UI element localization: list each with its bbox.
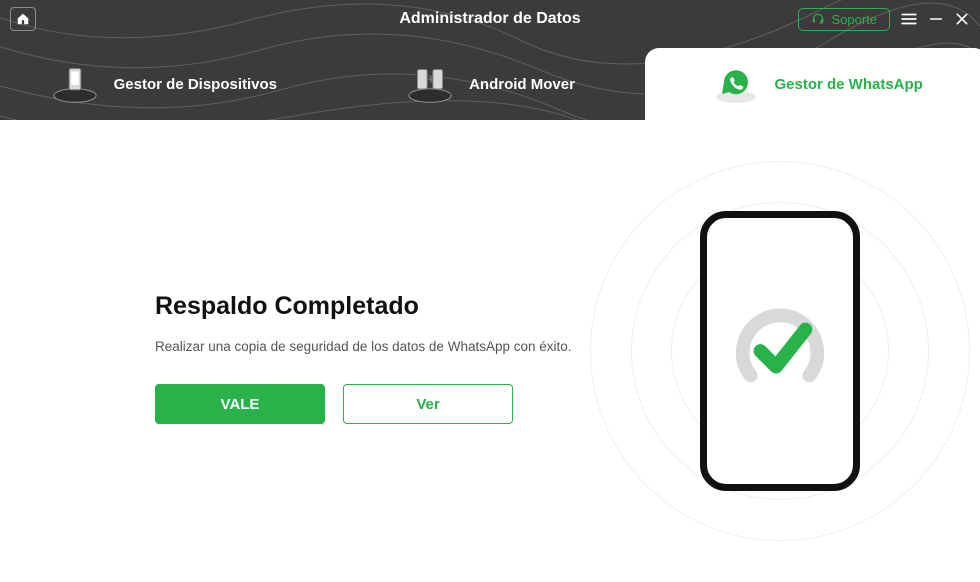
hamburger-icon: [900, 10, 918, 28]
tab-android-mover[interactable]: Android Mover: [327, 48, 654, 120]
support-label: Soporte: [831, 12, 877, 27]
whatsapp-icon: [711, 64, 761, 104]
home-icon: [16, 12, 30, 26]
header: Administrador de Datos Soporte: [0, 0, 980, 120]
tab-whatsapp-manager[interactable]: Gestor de WhatsApp: [653, 48, 980, 120]
phone-illustration: [700, 211, 860, 491]
android-mover-icon: [405, 64, 455, 104]
window-controls: Soporte: [798, 8, 970, 31]
tab-label: Android Mover: [469, 76, 575, 93]
status-title: Respaldo Completado: [155, 292, 580, 321]
menu-button[interactable]: [900, 10, 918, 28]
success-check-icon: [731, 302, 829, 400]
illustration-pane: [580, 120, 980, 582]
support-button[interactable]: Soporte: [798, 8, 890, 31]
status-pane: Respaldo Completado Realizar una copia d…: [0, 120, 580, 582]
minimize-icon: [928, 11, 944, 27]
main-content: Respaldo Completado Realizar una copia d…: [0, 120, 980, 582]
tab-device-manager[interactable]: Gestor de Dispositivos: [0, 48, 327, 120]
title-bar: Administrador de Datos Soporte: [0, 0, 980, 38]
tab-label: Gestor de WhatsApp: [775, 76, 923, 93]
headset-icon: [811, 12, 825, 26]
device-manager-icon: [50, 64, 100, 104]
close-icon: [954, 11, 970, 27]
close-button[interactable]: [954, 11, 970, 27]
minimize-button[interactable]: [928, 11, 944, 27]
tab-label: Gestor de Dispositivos: [114, 76, 277, 93]
tab-bar: Gestor de Dispositivos Android Mover: [0, 38, 980, 120]
view-button[interactable]: Ver: [343, 384, 513, 424]
ok-button[interactable]: VALE: [155, 384, 325, 424]
home-button[interactable]: [10, 7, 36, 31]
button-row: VALE Ver: [155, 384, 580, 424]
status-subtitle: Realizar una copia de seguridad de los d…: [155, 339, 580, 354]
